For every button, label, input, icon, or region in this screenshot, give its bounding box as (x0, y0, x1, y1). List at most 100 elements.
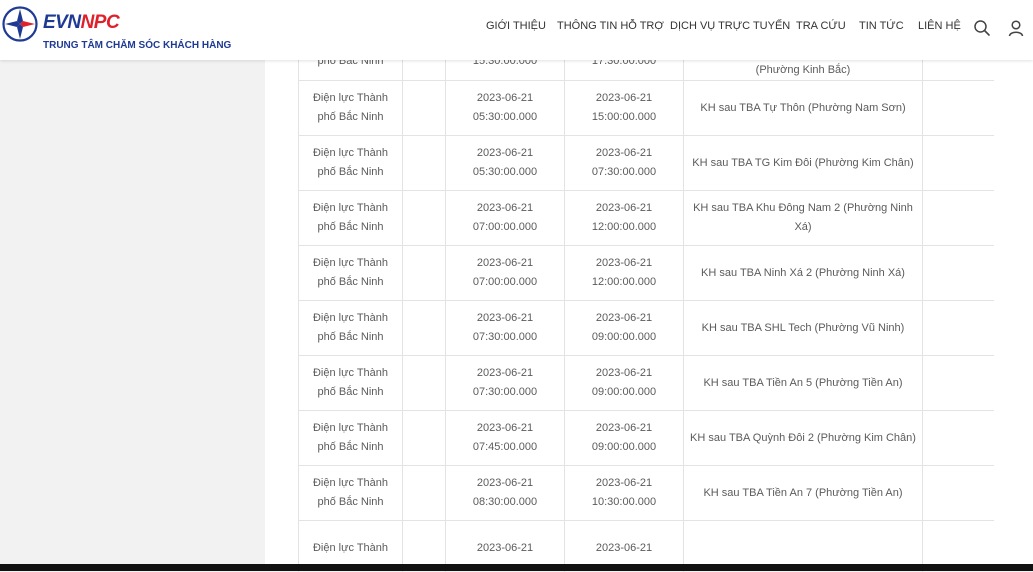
cell-text: KH sau TBA Tiền An 5 (Phường Tiền An) (703, 377, 902, 389)
empty-cell (923, 301, 995, 356)
cell-text: 2023-06-21 (477, 542, 533, 554)
empty-cell (403, 411, 446, 466)
cell-text: KH sau TBA SHL Tech (Phường Vũ Ninh) (702, 322, 905, 334)
empty-cell (923, 136, 995, 191)
empty-cell (403, 356, 446, 411)
cell-text: Điện lực Thành (313, 542, 388, 554)
empty-cell (403, 81, 446, 136)
cell-text: Điện lực Thành (313, 147, 388, 159)
table-row: Điện lực Thành phố Bắc Ninh 2023-06-2107:0… (299, 246, 995, 301)
cell-text: 09:00:00.000 (592, 386, 656, 398)
area-cell: KH sau TBA TG Kim Đôi (Phường Kim Chân) (684, 136, 923, 191)
cell-text: Điện lực Thành (313, 257, 388, 269)
nav-item-gioi-thieu[interactable]: GIỚI THIỆU (486, 20, 546, 32)
cell-text: Điện lực Thành (313, 312, 388, 324)
cell-text: 2023-06-21 (596, 422, 652, 434)
unit-cell: Điện lực Thành phố Bắc Ninh (299, 136, 403, 191)
cell-text: phố Bắc Ninh (317, 221, 383, 233)
unit-cell: Điện lực Thànhphố Bắc Ninh (299, 356, 403, 411)
empty-cell (923, 81, 995, 136)
empty-cell (923, 246, 995, 301)
cell-text: phố Bắc Ninh (317, 111, 383, 123)
user-icon[interactable] (1007, 19, 1025, 37)
unit-cell: Điện lực Thànhphố Bắc Ninh (299, 301, 403, 356)
nav-item-dich-vu-truc-tuyen[interactable]: DỊCH VỤ TRỰC TUYẾN (670, 20, 790, 32)
cell-text: KH sau TBA Tự Thôn (Phường Nam Sơn) (700, 102, 905, 114)
cell-text: 09:00:00.000 (592, 331, 656, 343)
cell-text: phố Bắc Ninh (317, 496, 383, 508)
cell-text: 2023-06-21 (596, 367, 652, 379)
cell-text: 08:30:00.000 (473, 496, 537, 508)
nav-item-thong-tin-ho-tro[interactable]: THÔNG TIN HỖ TRỢ (557, 20, 664, 32)
unit-cell: Điện lực Thành phố Bắc Ninh (299, 81, 403, 136)
brand-subtitle: TRUNG TÂM CHĂM SÓC KHÁCH HÀNG (43, 40, 231, 51)
cell-text: 12:00:00.000 (592, 276, 656, 288)
start-time-cell: 2023-06-21 05:30:00.000 (446, 81, 565, 136)
cell-text: Điện lực Thành (313, 367, 388, 379)
start-time-cell: 2023-06-2107:00:00.000 (446, 246, 565, 301)
nav-item-tin-tuc[interactable]: TIN TỨC (859, 20, 904, 32)
unit-cell: Điện lực Thành phố Bắc Ninh (299, 191, 403, 246)
cell-text: 2023-06-21 (596, 312, 652, 324)
empty-cell (403, 136, 446, 191)
brand-name-suffix: NPC (81, 12, 120, 33)
cell-text: 2023-06-21 (596, 542, 652, 554)
brand-name-prefix: EVN (43, 12, 81, 33)
empty-cell (923, 411, 995, 466)
search-icon[interactable] (973, 19, 991, 37)
table-row: Điện lực Thành phố Bắc Ninh 2023-06-21 05:3… (299, 136, 995, 191)
evn-logo-icon[interactable] (2, 6, 38, 42)
brand-name[interactable]: EVNNPC (43, 12, 119, 34)
start-time-cell: 2023-06-2107:30:00.000 (446, 356, 565, 411)
area-cell: KH sau TBA Tiền An 5 (Phường Tiền An) (684, 356, 923, 411)
nav-item-tra-cuu[interactable]: TRA CỨU (796, 20, 846, 32)
end-time-cell: 2023-06-21 12:00:00.000 (565, 191, 684, 246)
cell-text: Điện lực Thành (313, 202, 388, 214)
end-time-cell: 2023-06-2112:00:00.000 (565, 246, 684, 301)
nav-item-lien-he[interactable]: LIÊN HỆ (918, 20, 961, 32)
outage-schedule-table-wrapper[interactable]: Điện lực Thànhphố Bắc Ninh2023-06-2015:3… (298, 42, 994, 572)
cell-text: 05:30:00.000 (473, 166, 537, 178)
cell-text: 2023-06-21 (596, 202, 652, 214)
start-time-cell: 2023-06-21 08:30:00.000 (446, 466, 565, 521)
cell-text: phố Bắc Ninh (317, 441, 383, 453)
cell-text: phố Bắc Ninh (317, 166, 383, 178)
cell-text: 2023-06-21 (477, 92, 533, 104)
cell-text: 2023-06-21 (477, 257, 533, 269)
cell-text: 2023-06-21 (477, 202, 533, 214)
cell-text: 07:45:00.000 (473, 441, 537, 453)
start-time-cell: 2023-06-21 07:00:00.000 (446, 191, 565, 246)
cell-text: 05:30:00.000 (473, 111, 537, 123)
outage-schedule-table: Điện lực Thànhphố Bắc Ninh2023-06-2015:3… (298, 42, 994, 572)
cell-text: 2023-06-21 (477, 477, 533, 489)
empty-cell (923, 191, 995, 246)
cell-text: 07:00:00.000 (473, 221, 537, 233)
cell-text: 09:00:00.000 (592, 441, 656, 453)
empty-cell (403, 301, 446, 356)
table-row: Điện lực Thànhphố Bắc Ninh 2023-06-21 07:3… (299, 301, 995, 356)
empty-cell (923, 466, 995, 521)
cell-text: 2023-06-21 (477, 422, 533, 434)
cell-text: Điện lực Thành (313, 477, 388, 489)
cell-text: KH sau TBA Quỳnh Đôi 2 (Phường Kim Chân) (690, 432, 916, 444)
start-time-cell: 2023-06-21 07:30:00.000 (446, 301, 565, 356)
cell-text: 15:00:00.000 (592, 111, 656, 123)
cell-text: 2023-06-21 (477, 312, 533, 324)
cell-text: phố Bắc Ninh (317, 276, 383, 288)
cell-text: 2023-06-21 (596, 147, 652, 159)
end-time-cell: 2023-06-2115:00:00.000 (565, 81, 684, 136)
cell-text: 12:00:00.000 (592, 221, 656, 233)
cell-text: Điện lực Thành (313, 92, 388, 104)
cell-text: Điện lực Thành (313, 422, 388, 434)
cell-text: 07:30:00.000 (473, 331, 537, 343)
end-time-cell: 2023-06-21 09:00:00.000 (565, 301, 684, 356)
area-cell: KH sau TBA Ninh Xá 2 (Phường Ninh Xá) (684, 246, 923, 301)
site-header: EVNNPC TRUNG TÂM CHĂM SÓC KHÁCH HÀNG GIỚ… (0, 0, 1033, 60)
start-time-cell: 2023-06-21 07:45:00.000 (446, 411, 565, 466)
cell-text: 2023-06-21 (477, 147, 533, 159)
cell-text: KH sau TBA Ninh Xá 2 (Phường Ninh Xá) (701, 267, 905, 279)
empty-cell (403, 246, 446, 301)
table-row: Điện lực Thành phố Bắc Ninh 2023-06-21 07:0… (299, 191, 995, 246)
area-cell: KH sau TBA Tự Thôn (Phường Nam Sơn) (684, 81, 923, 136)
unit-cell: Điện lực Thành phố Bắc Ninh (299, 466, 403, 521)
